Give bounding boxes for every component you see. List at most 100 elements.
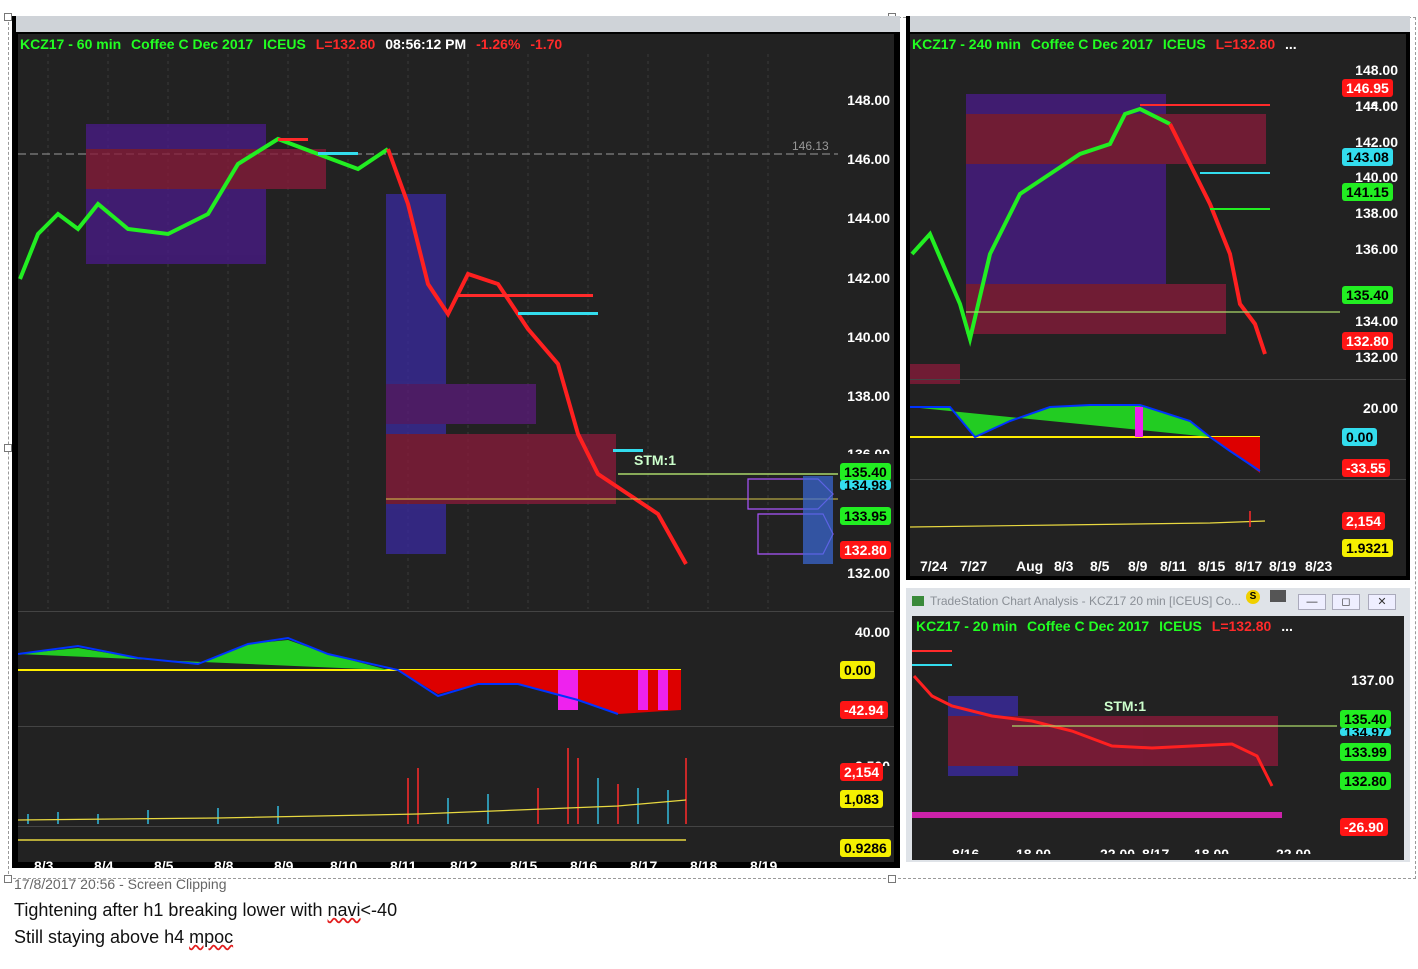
ratio-label: 1.9321 xyxy=(1342,539,1393,557)
exchange-label: ICEUS xyxy=(263,36,306,52)
price-label-green: 135.40 xyxy=(1340,710,1391,728)
symbol-label: KCZ17 - 20 min xyxy=(916,618,1018,634)
date-tick: 8/17 xyxy=(1235,558,1263,574)
price-tick: 140.00 xyxy=(847,329,890,345)
chart-header: KCZ17 - 60 min Coffee C Dec 2017 ICEUS L… xyxy=(20,36,568,52)
symbol-label: KCZ17 - 60 min xyxy=(20,36,122,52)
date-tick: 8/19 xyxy=(750,858,778,868)
pct-change-label: -1.26% xyxy=(476,36,521,52)
resize-handle-bl[interactable] xyxy=(4,875,12,883)
volume-pane[interactable] xyxy=(18,728,838,828)
date-tick: 8/15 xyxy=(510,858,538,868)
ratio-pane[interactable] xyxy=(18,828,838,848)
price-label-green: 135.40 xyxy=(1342,286,1393,304)
price-label-red: 146.95 xyxy=(1342,79,1393,97)
spellcheck-word[interactable]: navi xyxy=(328,900,361,920)
osc-zero-label: 0.00 xyxy=(840,661,876,679)
status-badge[interactable]: S xyxy=(1246,590,1260,604)
price-tick: 132.00 xyxy=(847,565,890,581)
symbol-label: KCZ17 - 240 min xyxy=(912,36,1021,52)
pane-divider[interactable] xyxy=(910,479,1406,480)
window-title: TradeStation Chart Analysis - KCZ17 20 m… xyxy=(930,594,1242,608)
date-tick: 8/5 xyxy=(1090,558,1110,574)
time-label: 08:56:12 PM xyxy=(385,36,467,52)
date-tick: 8/18 xyxy=(690,858,718,868)
chart-area[interactable]: KCZ17 - 20 min Coffee C Dec 2017 ICEUS L… xyxy=(912,616,1404,860)
price-tick: 144.00 xyxy=(847,210,890,226)
date-tick: Aug xyxy=(1016,558,1044,574)
window-title-bar xyxy=(910,16,1410,32)
price-chart-svg[interactable] xyxy=(912,636,1337,826)
maximize-button[interactable]: ◻ xyxy=(1332,594,1360,610)
chart-header: KCZ17 - 240 min Coffee C Dec 2017 ICEUS … xyxy=(912,36,1303,52)
price-label-red: 132.80 xyxy=(1342,332,1393,350)
price-label-green: 132.80 xyxy=(1340,772,1391,790)
price-tick: 148.00 xyxy=(847,92,890,108)
stm-annotation: STM:1 xyxy=(1104,698,1146,714)
price-label-cyan: 134.98 xyxy=(840,480,891,490)
date-tick: 8/10 xyxy=(330,858,358,868)
osc-value-label: -33.55 xyxy=(1342,459,1390,477)
close-button[interactable]: ✕ xyxy=(1368,594,1396,610)
pane-divider[interactable] xyxy=(18,611,894,612)
osc-value-label: -26.90 xyxy=(1340,818,1388,836)
price-chart-svg[interactable] xyxy=(18,54,838,629)
resize-handle-bm[interactable] xyxy=(888,875,896,883)
price-tick: 148.00 xyxy=(1355,62,1398,78)
note-line-2[interactable]: Still staying above h4 mpoc xyxy=(14,927,233,948)
note-text: Tightening after h1 breaking lower with xyxy=(14,900,328,920)
price-label-cyan: 143.08 xyxy=(1342,148,1393,166)
clipping-timestamp: 17/8/2017 20:56 - Screen Clipping xyxy=(14,876,227,892)
date-tick: 8/23 xyxy=(1305,558,1333,574)
spellcheck-word[interactable]: mpoc xyxy=(189,927,233,947)
resize-handle-tl[interactable] xyxy=(4,13,12,21)
minimize-button[interactable]: — xyxy=(1298,594,1326,610)
pane-divider[interactable] xyxy=(910,379,1406,380)
date-tick: 22.00 xyxy=(1100,846,1136,854)
exchange-label: ICEUS xyxy=(1159,618,1202,634)
date-tick: 8/9 xyxy=(274,858,294,868)
instrument-label: Coffee C Dec 2017 xyxy=(1027,618,1150,634)
pane-divider[interactable] xyxy=(18,726,894,727)
price-tick: 144.00 xyxy=(1355,98,1398,114)
date-tick: 7/27 xyxy=(960,558,988,574)
price-label-green: 133.95 xyxy=(840,507,891,525)
price-chart-svg[interactable] xyxy=(910,54,1340,399)
chart-window-20min[interactable]: TradeStation Chart Analysis - KCZ17 20 m… xyxy=(906,588,1410,862)
last-price-label: L=132.80 xyxy=(1215,36,1276,52)
chart-window-240min[interactable]: KCZ17 - 240 min Coffee C Dec 2017 ICEUS … xyxy=(906,16,1410,580)
date-tick: 8/16 xyxy=(570,858,598,868)
last-price-label: L=132.80 xyxy=(1211,618,1272,634)
price-label-cyan: 134.97 xyxy=(1340,728,1391,736)
date-tick: 8/4 xyxy=(94,858,114,868)
price-tick: 137.00 xyxy=(1351,672,1394,688)
note-text: Still staying above h4 xyxy=(14,927,190,947)
ratio-label: 0.9286 xyxy=(840,839,891,857)
net-change-label: -1.70 xyxy=(530,36,563,52)
pane-divider[interactable] xyxy=(18,826,894,827)
date-tick: 8/11 xyxy=(1160,558,1187,574)
price-tick: 138.00 xyxy=(847,388,890,404)
note-line-1[interactable]: Tightening after h1 breaking lower with … xyxy=(14,900,397,921)
last-price-label: L=132.80 xyxy=(315,36,376,52)
price-tick: 138.00 xyxy=(1355,205,1398,221)
exchange-label: ICEUS xyxy=(1162,36,1206,52)
chart-window-60min[interactable]: KCZ17 - 60 min Coffee C Dec 2017 ICEUS L… xyxy=(12,16,900,868)
price-tick: 136.00 xyxy=(1355,241,1398,257)
oscillator-pane[interactable] xyxy=(910,381,1340,479)
date-tick: 7/24 xyxy=(920,558,948,574)
settings-icon[interactable] xyxy=(1270,590,1286,602)
oscillator-pane[interactable] xyxy=(18,614,838,726)
resize-handle-ml[interactable] xyxy=(4,444,12,452)
date-tick: 8/16 xyxy=(952,846,980,854)
tradestation-logo-icon xyxy=(912,596,924,606)
date-tick: 8/19 xyxy=(1269,558,1297,574)
volume-pane[interactable] xyxy=(910,481,1340,531)
window-title-bar[interactable]: TradeStation Chart Analysis - KCZ17 20 m… xyxy=(906,588,1410,616)
price-tick: 134.00 xyxy=(1355,313,1398,329)
date-tick: 8/17 xyxy=(630,858,658,868)
chart-area[interactable]: KCZ17 - 240 min Coffee C Dec 2017 ICEUS … xyxy=(910,34,1406,576)
instrument-label: Coffee C Dec 2017 xyxy=(1030,36,1153,52)
chart-area[interactable]: KCZ17 - 60 min Coffee C Dec 2017 ICEUS L… xyxy=(18,34,894,868)
date-tick: 8/8 xyxy=(214,858,234,868)
